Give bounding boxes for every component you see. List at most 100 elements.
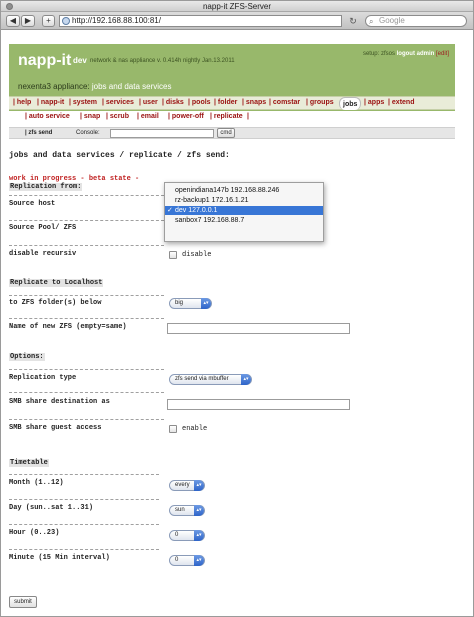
smb-guest-checkbox[interactable] — [169, 425, 177, 433]
source-pool-label: Source Pool/ ZFS — [9, 224, 77, 232]
globe-icon — [62, 17, 70, 25]
logout-link[interactable]: logout admin — [397, 51, 435, 57]
select-arrows-icon: ▴▾ — [201, 298, 211, 309]
section-localhost: Replicate to Localhost — [9, 279, 104, 287]
submit-button[interactable]: submit — [9, 596, 37, 608]
source-host-option-selected[interactable]: ✓ dev 127.0.0.1 — [165, 206, 323, 215]
submenu-email[interactable]: | email — [137, 113, 159, 120]
divider — [9, 245, 164, 246]
source-host-option[interactable]: sanbox7 192.168.88.7 — [165, 216, 323, 225]
month-label: Month (1..12) — [9, 479, 64, 487]
section-options: Options: — [9, 353, 45, 361]
address-bar[interactable]: http://192.168.88.100:81/ — [59, 15, 342, 27]
menu-extend[interactable]: | extend — [388, 99, 414, 106]
divider — [9, 295, 164, 296]
menu-disks[interactable]: | disks — [162, 99, 184, 106]
day-value: sun — [175, 507, 185, 513]
checkmark-icon: ✓ — [167, 207, 173, 214]
select-arrows-icon: ▴▾ — [194, 555, 204, 566]
divider — [9, 524, 159, 525]
divider — [9, 499, 159, 500]
menu-snaps[interactable]: | snaps — [242, 99, 266, 106]
host-label: nexenta3 appliance: jobs and data servic… — [18, 82, 171, 91]
select-arrows-icon: ▴▾ — [194, 530, 204, 541]
app-description: network & nas appliance v. 0.414h nightl… — [90, 58, 235, 64]
menu-comstar[interactable]: | comstar — [269, 99, 300, 106]
add-bookmark-button[interactable]: + — [42, 15, 55, 27]
submenu-power-off[interactable]: | power-off — [168, 113, 204, 120]
disable-recursiv-label: disable recursiv — [9, 250, 77, 258]
new-zfs-input[interactable] — [167, 323, 350, 334]
sub-menu: | auto service | snap | scrub | email | … — [9, 111, 455, 125]
search-input[interactable]: ⌕ Google — [365, 15, 467, 27]
select-arrows-icon: ▴▾ — [194, 480, 204, 491]
page-title: jobs and data services / replicate / zfs… — [9, 151, 230, 160]
hour-label: Hour (0..23) — [9, 529, 60, 537]
header-links: setup: zfsos logout admin [edit] — [363, 51, 449, 57]
minute-select[interactable]: 0 ▴▾ — [169, 555, 205, 566]
divider — [9, 195, 164, 196]
divider — [9, 474, 159, 475]
address-text: http://192.168.88.100:81/ — [72, 16, 161, 25]
to-zfs-value: big — [175, 300, 184, 306]
title-bar: napp-it ZFS-Server — [1, 1, 473, 12]
new-zfs-label: Name of new ZFS (empty=same) — [9, 323, 127, 331]
replication-type-select[interactable]: zfs send via mbuffer ▴▾ — [169, 374, 252, 385]
menu-folder[interactable]: | folder — [214, 99, 237, 106]
source-host-option[interactable]: rz-backup1 172.16.1.21 — [165, 196, 323, 205]
submenu-scrub[interactable]: | scrub — [106, 113, 129, 120]
smb-dest-input[interactable] — [167, 399, 350, 410]
forward-button[interactable]: ▶ — [21, 15, 35, 27]
menu-user[interactable]: | user — [139, 99, 158, 106]
host-section: jobs and data services — [91, 82, 172, 91]
hour-select[interactable]: 0 ▴▾ — [169, 530, 205, 541]
menu-system[interactable]: | system — [69, 99, 97, 106]
console-label: Console: — [76, 130, 100, 136]
source-host-option-label: dev 127.0.0.1 — [175, 207, 218, 214]
plus-icon: + — [46, 16, 51, 25]
browser-window: napp-it ZFS-Server ◀ ▶ + http://192.168.… — [0, 0, 474, 617]
cmd-button[interactable]: cmd — [217, 128, 235, 138]
page-content: napp-it dev network & nas appliance v. 0… — [1, 31, 473, 616]
day-select[interactable]: sun ▴▾ — [169, 505, 205, 516]
beta-warning: work in progress - beta state - — [9, 175, 140, 183]
forward-arrow-icon: ▶ — [24, 16, 32, 25]
menu-jobs[interactable]: jobs — [339, 97, 362, 110]
divider — [9, 549, 159, 550]
menu-help[interactable]: | help — [13, 99, 31, 106]
to-zfs-select[interactable]: big ▴▾ — [169, 298, 212, 309]
zfs-send-tab[interactable]: | zfs send — [25, 130, 52, 136]
back-button[interactable]: ◀ — [6, 15, 20, 27]
submenu-snap[interactable]: | snap — [80, 113, 100, 120]
reload-icon[interactable]: ↻ — [347, 15, 359, 27]
divider — [9, 419, 164, 420]
main-menu: | help | napp-it | system | services | u… — [9, 96, 455, 110]
replication-type-value: zfs send via mbuffer — [175, 376, 229, 382]
submenu-auto-service[interactable]: | auto service — [25, 113, 70, 120]
source-host-option[interactable]: openindiana147b 192.168.88.246 — [165, 186, 323, 195]
console-input[interactable] — [110, 129, 214, 138]
minute-value: 0 — [175, 557, 179, 563]
edit-link[interactable]: [edit] — [436, 51, 449, 57]
submenu-replicate[interactable]: | replicate — [210, 113, 243, 120]
menu-apps[interactable]: | apps — [364, 99, 384, 106]
menu-services[interactable]: | services — [102, 99, 134, 106]
submenu-end: | — [247, 113, 249, 120]
window-title: napp-it ZFS-Server — [202, 2, 272, 11]
to-zfs-label: to ZFS folder(s) below — [9, 299, 102, 307]
search-placeholder: Google — [379, 16, 405, 25]
menu-groups[interactable]: | groups — [306, 99, 334, 106]
divider — [9, 220, 164, 221]
menu-napp-it[interactable]: | napp-it — [37, 99, 64, 106]
select-arrows-icon: ▴▾ — [194, 505, 204, 516]
window-close-icon[interactable] — [6, 3, 13, 10]
menu-pools[interactable]: | pools — [188, 99, 211, 106]
enable-text: enable — [182, 425, 208, 433]
setup-text: setup: zfsos — [362, 51, 395, 57]
disable-text: disable — [182, 251, 212, 259]
month-select[interactable]: every ▴▾ — [169, 480, 205, 491]
version-tag: dev — [73, 56, 87, 65]
day-label: Day (sun..sat 1..31) — [9, 504, 94, 512]
disable-recursiv-checkbox[interactable] — [169, 251, 177, 259]
console-bar: | zfs send Console: cmd — [9, 127, 455, 139]
